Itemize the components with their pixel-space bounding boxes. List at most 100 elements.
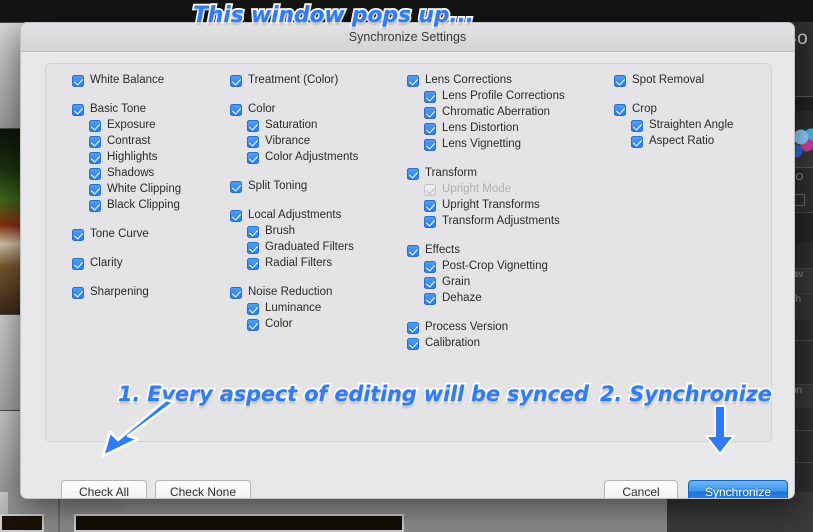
checkbox-checked-icon[interactable] [230,181,242,193]
checkbox-row[interactable]: Chromatic Aberration [424,106,607,121]
checkbox-row[interactable]: Lens Vignetting [424,138,607,153]
checkbox-row[interactable]: Grain [424,276,607,291]
checkbox-row[interactable]: Highlights [89,151,247,166]
checkbox-checked-icon[interactable] [631,120,643,132]
checkbox-checked-icon[interactable] [407,168,419,180]
checkbox-checked-icon[interactable] [247,136,259,148]
checkbox-checked-icon[interactable] [247,319,259,331]
checkbox-checked-icon[interactable] [89,168,101,180]
checkbox-checked-icon[interactable] [72,104,84,116]
checkbox-checked-icon[interactable] [89,184,101,196]
arrow-to-check-all [101,398,176,458]
checkbox-row[interactable]: Transform Adjustments [424,215,607,230]
checkbox-checked-icon[interactable] [424,293,436,305]
checkbox-checked-icon[interactable] [89,200,101,212]
checkbox-checked-icon[interactable] [407,245,419,257]
checkbox-row[interactable]: Saturation [247,119,405,134]
bottom-thumbnail[interactable] [0,514,44,532]
checkbox-row[interactable]: Split Toning [230,180,405,195]
checkbox-checked-icon[interactable] [631,136,643,148]
checkbox-row[interactable]: Black Clipping [89,199,247,214]
check-all-button[interactable]: Check All [61,480,147,498]
checkbox-row[interactable]: Clarity [72,257,247,272]
checkbox-checked-icon[interactable] [424,107,436,119]
checkbox-row[interactable]: Transform [407,167,607,182]
checkbox-row[interactable]: Dehaze [424,292,607,307]
checkbox-label: Straighten Angle [649,119,734,131]
checkbox-row[interactable]: Exposure [89,119,247,134]
checkbox-checked-icon[interactable] [72,287,84,299]
checkbox-row[interactable]: Contrast [89,135,247,150]
checkbox-row[interactable]: White Clipping [89,183,247,198]
settings-column-3: Lens Corrections Lens Profile Corrections… [407,74,607,353]
checkbox-row[interactable]: Calibration [407,337,607,352]
checkbox-checked-icon[interactable] [407,338,419,350]
checkbox-row[interactable]: Spot Removal [614,74,774,89]
checkbox-row[interactable]: Post-Crop Vignetting [424,260,607,275]
checkbox-checked-icon[interactable] [89,120,101,132]
checkbox-row[interactable]: Color [230,103,405,118]
checkbox-checked-icon[interactable] [89,152,101,164]
checkbox-checked-icon[interactable] [230,287,242,299]
check-none-button[interactable]: Check None [155,480,251,498]
checkbox-checked-icon[interactable] [230,210,242,222]
checkbox-row[interactable]: Color [247,318,405,333]
checkbox-row[interactable]: Process Version [407,321,607,336]
checkbox-checked-icon[interactable] [247,226,259,238]
checkbox-label: Luminance [265,302,322,314]
checkbox-row[interactable]: Graduated Filters [247,241,405,256]
checkbox-checked-icon[interactable] [424,123,436,135]
checkbox-checked-icon[interactable] [424,139,436,151]
checkbox-row[interactable]: Lens Distortion [424,122,607,137]
checkbox-row[interactable]: Straighten Angle [631,119,774,134]
checkbox-row[interactable]: Color Adjustments [247,151,405,166]
checkbox-checked-icon[interactable] [424,261,436,273]
checkbox-checked-icon[interactable] [614,75,626,87]
checkbox-checked-icon[interactable] [72,229,84,241]
checkbox-row[interactable]: Sharpening [72,286,247,301]
checkbox-row[interactable]: Crop [614,103,774,118]
checkbox-checked-icon[interactable] [247,303,259,315]
checkbox-checked-icon[interactable] [230,75,242,87]
checkbox-row[interactable]: Effects [407,244,607,259]
checkbox-checked-icon[interactable] [247,242,259,254]
checkbox-row[interactable]: Luminance [247,302,405,317]
settings-column-1: White Balance Basic Tone Exposure Contrast H… [72,74,247,302]
synchronize-button[interactable]: Synchronize [688,480,788,498]
checkbox-checked-icon[interactable] [424,216,436,228]
checkbox-checked-icon[interactable] [424,277,436,289]
checkbox-row[interactable]: Aspect Ratio [631,135,774,150]
checkbox-row[interactable]: Shadows [89,167,247,182]
bottom-preview-strip[interactable] [74,514,404,532]
checkbox-row[interactable]: Tone Curve [72,228,247,243]
checkbox-row[interactable]: Treatment (Color) [230,74,405,89]
checkbox-row[interactable]: Lens Corrections [407,74,607,89]
checkbox-row[interactable]: Vibrance [247,135,405,150]
checkbox-checked-icon[interactable] [247,258,259,270]
checkbox-checked-icon[interactable] [614,104,626,116]
checkbox-checked-icon[interactable] [407,322,419,334]
checkbox-row[interactable]: Brush [247,225,405,240]
checkbox-row[interactable]: Lens Profile Corrections [424,90,607,105]
checkbox-checked-icon[interactable] [72,258,84,270]
checkbox-row[interactable]: Noise Reduction [230,286,405,301]
checkbox-checked-icon[interactable] [247,120,259,132]
checkbox-row[interactable]: Local Adjustments [230,209,405,224]
checkbox-row[interactable]: Basic Tone [72,103,247,118]
checkbox-checked-icon[interactable] [424,91,436,103]
checkbox-checked-icon[interactable] [424,200,436,212]
checkbox-row[interactable]: Upright Transforms [424,199,607,214]
checkbox-row[interactable]: White Balance [72,74,247,89]
checkbox-row[interactable]: Radial Filters [247,257,405,272]
checkbox-checked-icon[interactable] [89,136,101,148]
checkbox-checked-icon[interactable] [247,152,259,164]
checkbox-checked-icon [424,184,436,196]
checkbox-checked-icon[interactable] [72,75,84,87]
cancel-button[interactable]: Cancel [604,480,678,498]
checkbox-checked-icon[interactable] [230,104,242,116]
checkbox-label: Exposure [107,119,156,131]
checkbox-checked-icon[interactable] [407,75,419,87]
